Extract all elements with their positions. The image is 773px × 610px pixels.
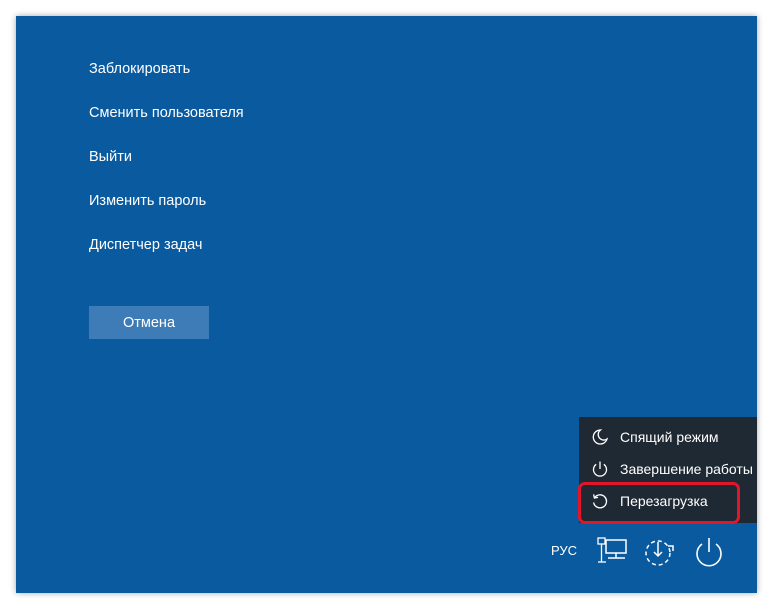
- power-menu-item-label: Спящий режим: [620, 429, 719, 445]
- language-indicator[interactable]: РУС: [551, 543, 577, 558]
- power-menu-item-shutdown[interactable]: Завершение работы: [579, 453, 757, 485]
- lock-option[interactable]: Заблокировать: [89, 58, 244, 102]
- sign-out-option[interactable]: Выйти: [89, 146, 244, 190]
- security-options-list: Заблокировать Сменить пользователя Выйти…: [89, 58, 244, 278]
- change-password-option[interactable]: Изменить пароль: [89, 190, 244, 234]
- power-menu-item-label: Завершение работы: [620, 461, 753, 477]
- ctrl-alt-del-screen: Заблокировать Сменить пользователя Выйти…: [16, 16, 757, 593]
- power-menu-item-sleep[interactable]: Спящий режим: [579, 421, 757, 453]
- task-manager-option[interactable]: Диспетчер задач: [89, 234, 244, 278]
- power-menu: Спящий режим Завершение работы Перезагру…: [579, 417, 757, 523]
- accessibility-icon[interactable]: [642, 536, 676, 570]
- cancel-button[interactable]: Отмена: [89, 306, 209, 339]
- switch-user-option[interactable]: Сменить пользователя: [89, 102, 244, 146]
- power-menu-item-label: Перезагрузка: [620, 493, 708, 509]
- network-icon[interactable]: [596, 536, 628, 568]
- power-icon[interactable]: [692, 534, 726, 570]
- power-menu-item-restart[interactable]: Перезагрузка: [579, 485, 757, 517]
- moon-icon: [592, 429, 609, 445]
- power-icon: [592, 461, 608, 477]
- restart-icon: [592, 494, 608, 509]
